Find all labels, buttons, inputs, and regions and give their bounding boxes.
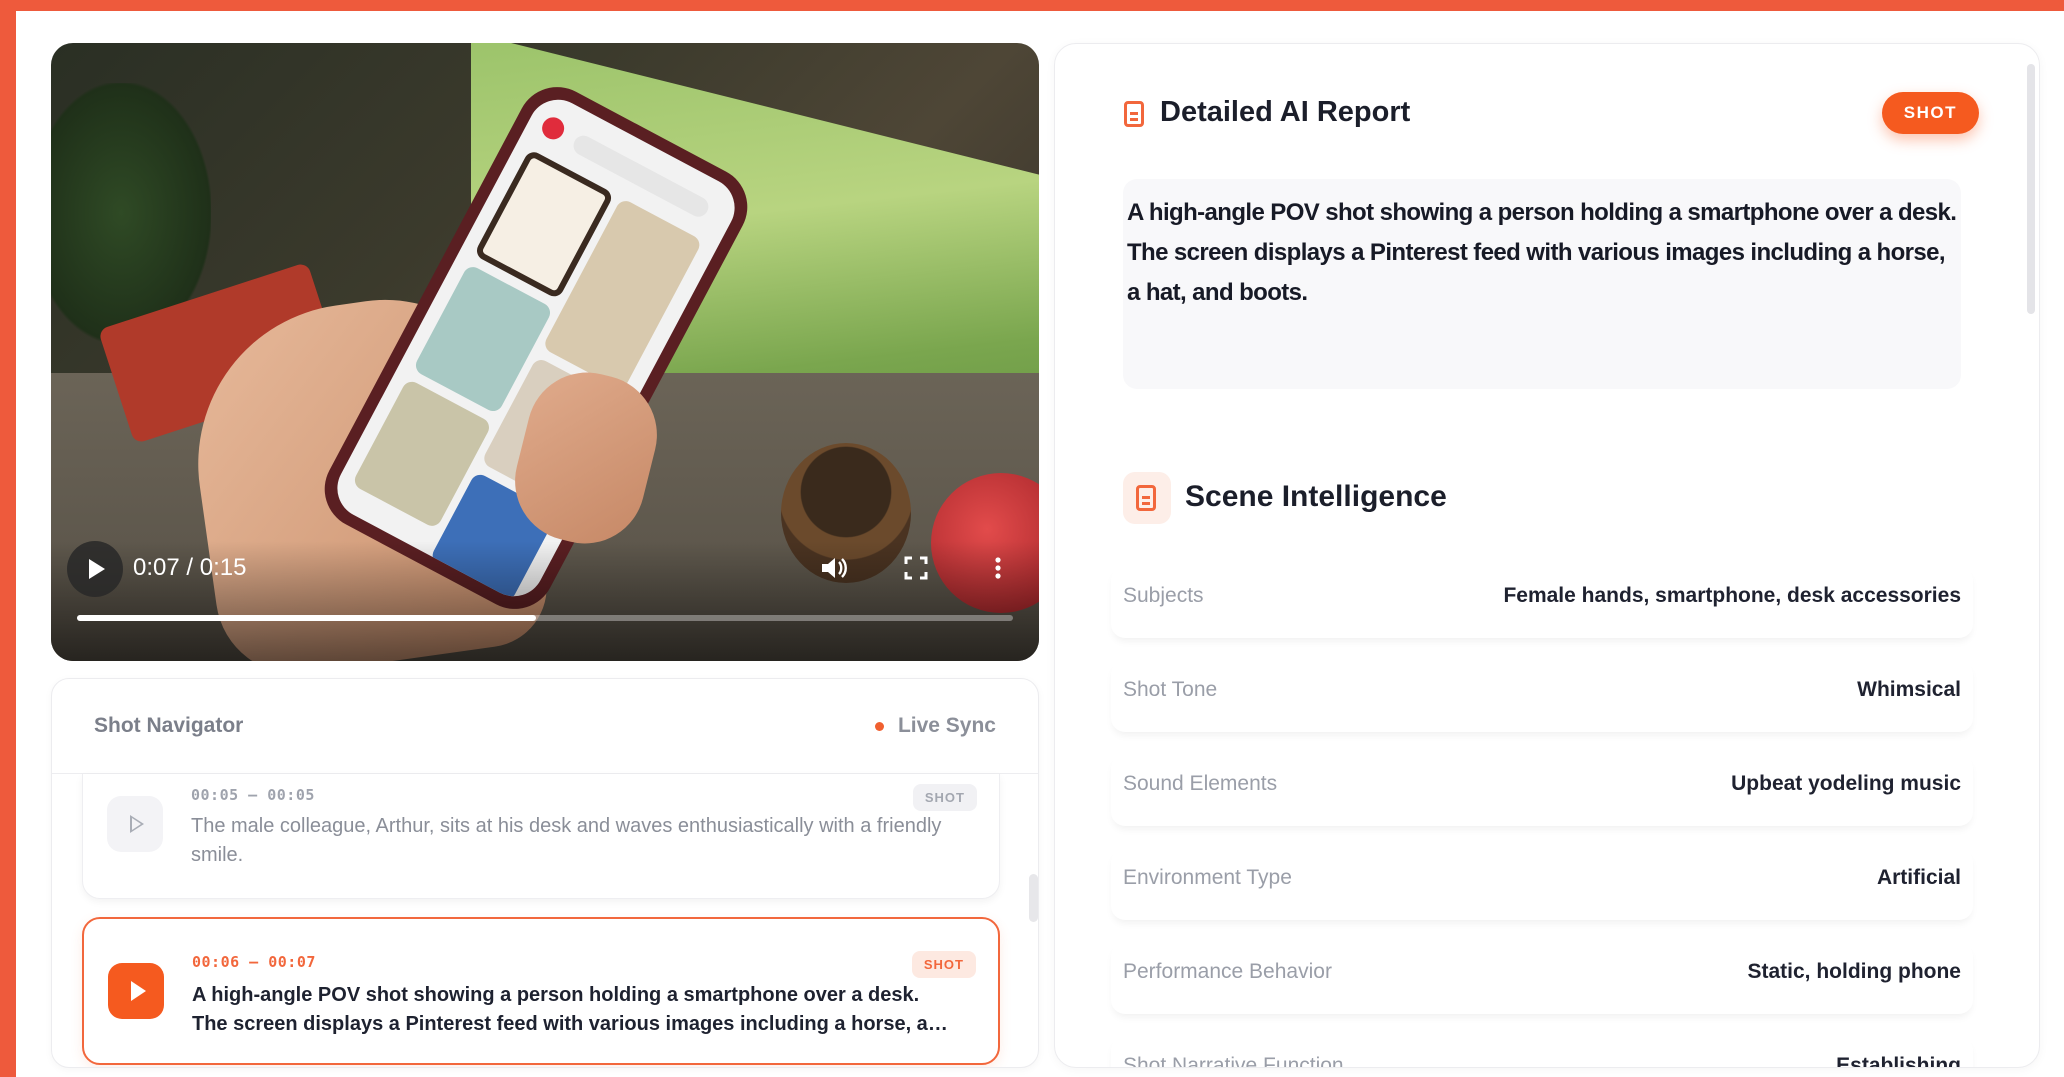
play-outline-icon (129, 815, 144, 833)
shot-list-item[interactable]: 00:05 – 00:05 SHOT The male colleague, A… (82, 774, 1000, 899)
attribute-value: Whimsical (1857, 678, 1961, 701)
attribute-value: Female hands, smartphone, desk accessori… (1503, 584, 1961, 607)
shot-navigator-panel: Shot Navigator Live Sync 00:05 – 00:05 S… (51, 678, 1039, 1068)
attribute-value: Upbeat yodeling music (1731, 772, 1961, 795)
shot-description: A high-angle POV shot showing a person h… (192, 984, 928, 1035)
attribute-label: Sound Elements (1123, 772, 1278, 795)
shot-timecode: 00:05 – 00:05 (191, 786, 315, 804)
attribute-row-sound-elements: Sound Elements Upbeat yodeling music (1111, 754, 1973, 826)
shot-type-badge: SHOT (1881, 92, 1979, 134)
shot-play-button[interactable] (107, 796, 163, 852)
fullscreen-icon[interactable] (901, 553, 931, 589)
shot-description: The male colleague, Arthur, sits at his … (191, 815, 942, 866)
more-vertical-icon[interactable] (983, 553, 1013, 589)
attribute-row-shot-tone: Shot Tone Whimsical (1111, 660, 1973, 732)
ai-report-panel: Detailed AI Report SHOT A high-angle POV… (1054, 43, 2040, 1068)
play-icon (130, 981, 146, 1001)
shot-badge: SHOT (911, 951, 976, 978)
document-icon (1136, 485, 1156, 511)
shot-navigator-title: Shot Navigator (94, 714, 244, 737)
report-title: Detailed AI Report (1160, 96, 1411, 128)
attribute-value: Establishing (1836, 1054, 1961, 1068)
shot-timecode: 00:06 – 00:07 (192, 953, 316, 971)
report-summary: A high-angle POV shot showing a person h… (1127, 199, 1957, 306)
attribute-label: Performance Behavior (1123, 960, 1332, 983)
shot-list-scrollbar[interactable] (1029, 874, 1038, 922)
attribute-label: Shot Narrative Function (1123, 1054, 1344, 1068)
play-button[interactable] (67, 541, 123, 597)
report-scrollbar[interactable] (2027, 64, 2035, 314)
time-display: 0:07 / 0:15 (133, 554, 247, 581)
shot-play-button[interactable] (108, 963, 164, 1019)
document-icon (1124, 101, 1144, 127)
attribute-row-performance-behavior: Performance Behavior Static, holding pho… (1111, 942, 1973, 1014)
live-dot-icon (874, 721, 884, 731)
shot-navigator-header: Shot Navigator Live Sync (52, 679, 1038, 774)
video-player[interactable]: 0:07 / 0:15 (51, 43, 1039, 661)
live-sync-label: Live Sync (897, 714, 996, 737)
attribute-label: Environment Type (1123, 866, 1292, 889)
scene-intelligence-title: Scene Intelligence (1185, 480, 1447, 513)
play-icon (89, 559, 105, 579)
report-summary-box: A high-angle POV shot showing a person h… (1123, 179, 1961, 389)
live-sync-indicator: Live Sync (874, 714, 996, 738)
scene-intelligence-icon-wrap (1123, 472, 1171, 524)
volume-icon[interactable] (818, 553, 848, 589)
video-progress-fill (77, 615, 536, 621)
attribute-label: Subjects (1123, 584, 1204, 607)
shot-badge: SHOT (912, 784, 977, 811)
attribute-value: Static, holding phone (1747, 960, 1962, 983)
attribute-label: Shot Tone (1123, 678, 1218, 701)
attribute-row-environment-type: Environment Type Artificial (1111, 848, 1973, 920)
shot-list-item-active[interactable]: 00:06 – 00:07 SHOT A high-angle POV shot… (82, 917, 1000, 1065)
attribute-row-shot-narrative-function: Shot Narrative Function Establishing (1111, 1036, 1973, 1068)
attribute-value: Artificial (1876, 866, 1961, 889)
video-progress-bar[interactable] (77, 615, 1013, 621)
attribute-row-subjects: Subjects Female hands, smartphone, desk … (1111, 566, 1973, 638)
